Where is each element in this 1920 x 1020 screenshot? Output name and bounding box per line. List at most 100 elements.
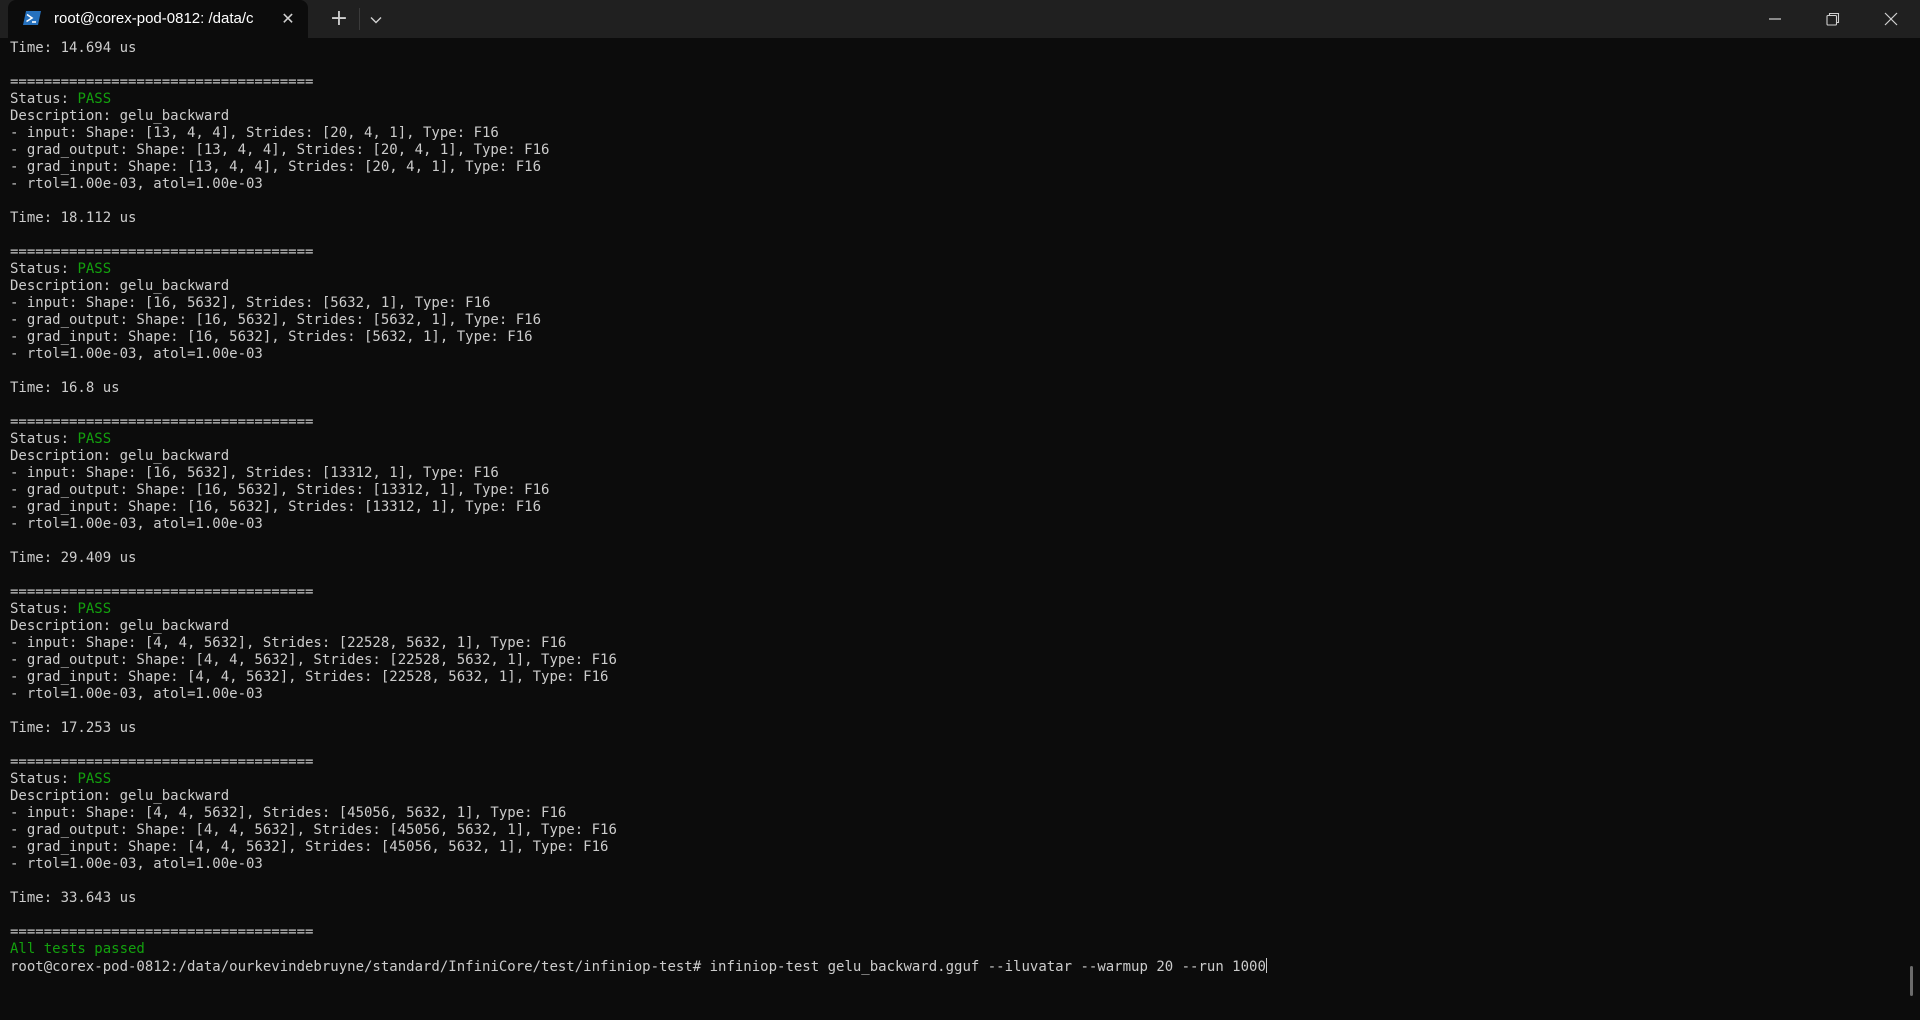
terminal-line: - rtol=1.00e-03, atol=1.00e-03	[10, 346, 1890, 363]
terminal-text: - grad_output: Shape: [4, 4, 5632], Stri…	[10, 652, 617, 668]
terminal-text: Description: gelu_backward	[10, 278, 230, 294]
terminal-line: ====================================	[10, 74, 1890, 91]
terminal-line: ====================================	[10, 924, 1890, 941]
status-label: Status:	[10, 91, 78, 107]
restore-button[interactable]	[1804, 0, 1862, 38]
terminal-text: Description: gelu_backward	[10, 108, 230, 124]
terminal-line: Time: 14.694 us	[10, 40, 1890, 57]
terminal-text: - grad_output: Shape: [13, 4, 4], Stride…	[10, 142, 550, 158]
tab-terminal[interactable]: root@corex-pod-0812: /data/c ✕	[8, 0, 308, 38]
command-input[interactable]: infiniop-test gelu_backward.gguf --iluva…	[710, 959, 1266, 975]
tab-separator	[359, 8, 360, 30]
summary-text: All tests passed	[10, 941, 145, 957]
terminal-line: Description: gelu_backward	[10, 448, 1890, 465]
terminal-text: - input: Shape: [16, 5632], Strides: [56…	[10, 295, 491, 311]
title-bar: root@corex-pod-0812: /data/c ✕ +	[0, 0, 1920, 38]
terminal-text: ====================================	[10, 414, 314, 430]
terminal-line: Time: 17.253 us	[10, 720, 1890, 737]
dropdown-button[interactable]	[362, 6, 390, 32]
terminal-text: - input: Shape: [16, 5632], Strides: [13…	[10, 465, 499, 481]
terminal-line: Time: 18.112 us	[10, 210, 1890, 227]
terminal-line: Status: PASS	[10, 601, 1890, 618]
terminal-line: - grad_output: Shape: [16, 5632], Stride…	[10, 482, 1890, 499]
terminal-line: - input: Shape: [13, 4, 4], Strides: [20…	[10, 125, 1890, 142]
terminal-text: - grad_input: Shape: [13, 4, 4], Strides…	[10, 159, 542, 175]
terminal-line: Status: PASS	[10, 91, 1890, 108]
terminal-text: - grad_input: Shape: [4, 4, 5632], Strid…	[10, 839, 609, 855]
terminal-line: - input: Shape: [16, 5632], Strides: [56…	[10, 295, 1890, 312]
terminal-line: Status: PASS	[10, 771, 1890, 788]
terminal-text: - grad_input: Shape: [16, 5632], Strides…	[10, 329, 533, 345]
terminal-text: - grad_output: Shape: [16, 5632], Stride…	[10, 482, 550, 498]
terminal-line: Description: gelu_backward	[10, 788, 1890, 805]
restore-icon	[1826, 12, 1840, 26]
status-pass: PASS	[77, 91, 112, 107]
terminal-line: - rtol=1.00e-03, atol=1.00e-03	[10, 176, 1890, 193]
minimize-button[interactable]	[1746, 0, 1804, 38]
terminal-line: - grad_output: Shape: [4, 4, 5632], Stri…	[10, 652, 1890, 669]
terminal-text: - rtol=1.00e-03, atol=1.00e-03	[10, 176, 263, 192]
terminal-line: Description: gelu_backward	[10, 618, 1890, 635]
terminal-text: Time: 16.8 us	[10, 380, 120, 396]
terminal-line: Description: gelu_backward	[10, 108, 1890, 125]
terminal-output[interactable]: Time: 14.694 us =========================…	[10, 40, 1890, 1010]
terminal-line: Status: PASS	[10, 261, 1890, 278]
terminal-line: - grad_input: Shape: [16, 5632], Strides…	[10, 499, 1890, 516]
terminal-text: - rtol=1.00e-03, atol=1.00e-03	[10, 346, 263, 362]
terminal-line: Time: 29.409 us	[10, 550, 1890, 567]
close-tab-icon[interactable]: ✕	[276, 7, 300, 31]
terminal-line: - input: Shape: [16, 5632], Strides: [13…	[10, 465, 1890, 482]
terminal-line: Time: 33.643 us	[10, 890, 1890, 907]
shell-prompt: root@corex-pod-0812:/data/ourkevindebruy…	[10, 959, 710, 975]
close-window-button[interactable]	[1862, 0, 1920, 38]
terminal-text: - grad_output: Shape: [4, 4, 5632], Stri…	[10, 822, 617, 838]
terminal-line: ====================================	[10, 244, 1890, 261]
terminal-text: Time: 14.694 us	[10, 40, 137, 56]
command-prompt-line[interactable]: root@corex-pod-0812:/data/ourkevindebruy…	[10, 958, 1890, 975]
terminal-line: Description: gelu_backward	[10, 278, 1890, 295]
status-label: Status:	[10, 431, 78, 447]
terminal-text: Time: 18.112 us	[10, 210, 137, 226]
terminal-text: ====================================	[10, 74, 314, 90]
terminal-text: ====================================	[10, 754, 314, 770]
new-tab-button[interactable]: +	[325, 6, 353, 32]
terminal-text: ====================================	[10, 244, 314, 260]
tab-title: root@corex-pod-0812: /data/c	[54, 10, 254, 27]
terminal-text: Description: gelu_backward	[10, 448, 230, 464]
terminal-text: - input: Shape: [4, 4, 5632], Strides: […	[10, 635, 567, 651]
terminal-line: - grad_input: Shape: [4, 4, 5632], Strid…	[10, 839, 1890, 856]
terminal-line: - rtol=1.00e-03, atol=1.00e-03	[10, 686, 1890, 703]
terminal-text: - grad_input: Shape: [4, 4, 5632], Strid…	[10, 669, 609, 685]
status-pass: PASS	[77, 431, 112, 447]
terminal-text: - rtol=1.00e-03, atol=1.00e-03	[10, 686, 263, 702]
terminal-text: - input: Shape: [4, 4, 5632], Strides: […	[10, 805, 567, 821]
terminal-text: - grad_input: Shape: [16, 5632], Strides…	[10, 499, 542, 515]
terminal-line: - rtol=1.00e-03, atol=1.00e-03	[10, 516, 1890, 533]
status-label: Status:	[10, 601, 78, 617]
terminal-text: Description: gelu_backward	[10, 618, 230, 634]
terminal-line: Time: 16.8 us	[10, 380, 1890, 397]
scrollbar-thumb[interactable]	[1910, 966, 1913, 996]
terminal-text: - rtol=1.00e-03, atol=1.00e-03	[10, 516, 263, 532]
close-icon	[1884, 12, 1898, 26]
terminal-text: Time: 29.409 us	[10, 550, 137, 566]
terminal-line: ====================================	[10, 754, 1890, 771]
status-pass: PASS	[77, 771, 112, 787]
status-label: Status:	[10, 261, 78, 277]
chevron-down-icon	[370, 17, 382, 24]
terminal-text: ====================================	[10, 924, 314, 940]
terminal-line: - input: Shape: [4, 4, 5632], Strides: […	[10, 635, 1890, 652]
text-cursor	[1265, 958, 1267, 973]
status-pass: PASS	[77, 601, 112, 617]
terminal-line: - rtol=1.00e-03, atol=1.00e-03	[10, 856, 1890, 873]
terminal-text: Time: 33.643 us	[10, 890, 137, 906]
terminal-text: Time: 17.253 us	[10, 720, 137, 736]
